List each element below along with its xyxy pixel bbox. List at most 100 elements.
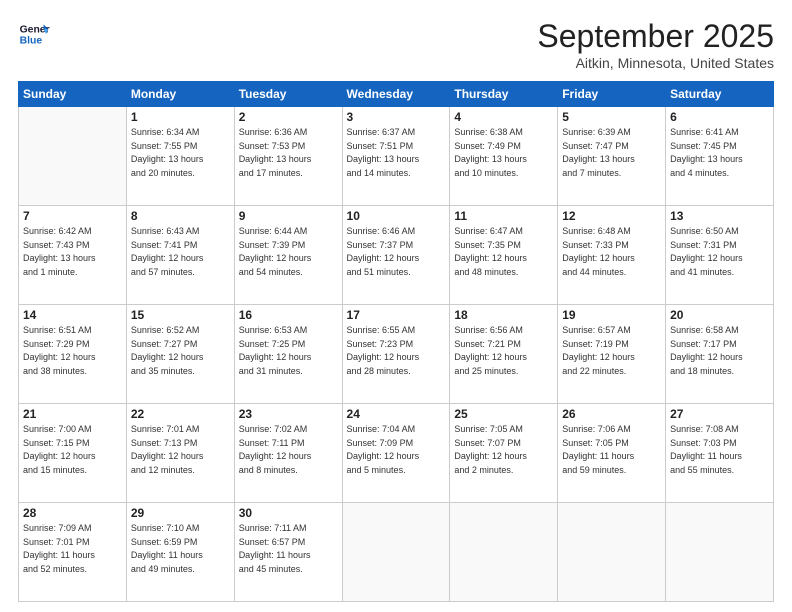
day-number: 1 xyxy=(131,110,230,124)
week-row-2: 7Sunrise: 6:42 AMSunset: 7:43 PMDaylight… xyxy=(19,206,774,305)
col-thursday: Thursday xyxy=(450,82,558,107)
day-info: Sunrise: 6:46 AMSunset: 7:37 PMDaylight:… xyxy=(347,225,446,279)
day-number: 23 xyxy=(239,407,338,421)
main-title: September 2025 xyxy=(537,18,774,55)
day-number: 6 xyxy=(670,110,769,124)
day-info: Sunrise: 7:06 AMSunset: 7:05 PMDaylight:… xyxy=(562,423,661,477)
day-number: 25 xyxy=(454,407,553,421)
day-number: 26 xyxy=(562,407,661,421)
day-number: 30 xyxy=(239,506,338,520)
day-number: 4 xyxy=(454,110,553,124)
subtitle: Aitkin, Minnesota, United States xyxy=(537,55,774,71)
day-cell: 17Sunrise: 6:55 AMSunset: 7:23 PMDayligh… xyxy=(342,305,450,404)
day-cell: 8 Sunrise: 6:43 AMSunset: 7:41 PMDaylight… xyxy=(126,206,234,305)
page: General Blue September 2025 Aitkin, Minn… xyxy=(0,0,792,612)
day-cell: 18 Sunrise: 6:56 AMSunset: 7:21 PMDayligh… xyxy=(450,305,558,404)
day-number: 16 xyxy=(239,308,338,322)
day-info: Sunrise: 6:50 AMSunset: 7:31 PMDaylight:… xyxy=(670,225,769,279)
day-cell: 12 Sunrise: 6:48 AMSunset: 7:33 PMDayligh… xyxy=(558,206,666,305)
day-number: 2 xyxy=(239,110,338,124)
day-cell: 5Sunrise: 6:39 AMSunset: 7:47 PMDaylight… xyxy=(558,107,666,206)
day-number: 9 xyxy=(239,209,338,223)
week-row-5: 28 Sunrise: 7:09 AMSunset: 7:01 PMDayligh… xyxy=(19,503,774,602)
day-cell: 21Sunrise: 7:00 AMSunset: 7:15 PMDayligh… xyxy=(19,404,127,503)
day-number: 5 xyxy=(562,110,661,124)
day-info: Sunrise: 7:10 AMSunset: 6:59 PMDaylight:… xyxy=(131,522,230,576)
day-cell: 2 Sunrise: 6:36 AMSunset: 7:53 PMDaylight… xyxy=(234,107,342,206)
day-cell: 11 Sunrise: 6:47 AMSunset: 7:35 PMDayligh… xyxy=(450,206,558,305)
day-number: 8 xyxy=(131,209,230,223)
day-cell: 10 Sunrise: 6:46 AMSunset: 7:37 PMDayligh… xyxy=(342,206,450,305)
day-info: Sunrise: 6:51 AMSunset: 7:29 PMDaylight:… xyxy=(23,324,122,378)
day-number: 18 xyxy=(454,308,553,322)
day-info: Sunrise: 6:37 AMSunset: 7:51 PMDaylight:… xyxy=(347,126,446,180)
day-number: 21 xyxy=(23,407,122,421)
week-row-1: 1 Sunrise: 6:34 AMSunset: 7:55 PMDaylight… xyxy=(19,107,774,206)
day-cell xyxy=(450,503,558,602)
day-number: 15 xyxy=(131,308,230,322)
col-monday: Monday xyxy=(126,82,234,107)
col-tuesday: Tuesday xyxy=(234,82,342,107)
day-number: 3 xyxy=(347,110,446,124)
day-cell: 15Sunrise: 6:52 AMSunset: 7:27 PMDayligh… xyxy=(126,305,234,404)
day-number: 24 xyxy=(347,407,446,421)
day-cell xyxy=(558,503,666,602)
day-info: Sunrise: 6:34 AMSunset: 7:55 PMDaylight:… xyxy=(131,126,230,180)
day-number: 12 xyxy=(562,209,661,223)
day-cell: 3 Sunrise: 6:37 AMSunset: 7:51 PMDaylight… xyxy=(342,107,450,206)
day-cell: 4 Sunrise: 6:38 AMSunset: 7:49 PMDaylight… xyxy=(450,107,558,206)
day-cell: 6Sunrise: 6:41 AMSunset: 7:45 PMDaylight… xyxy=(666,107,774,206)
col-saturday: Saturday xyxy=(666,82,774,107)
day-info: Sunrise: 6:36 AMSunset: 7:53 PMDaylight:… xyxy=(239,126,338,180)
day-cell xyxy=(666,503,774,602)
day-info: Sunrise: 7:11 AMSunset: 6:57 PMDaylight:… xyxy=(239,522,338,576)
day-number: 28 xyxy=(23,506,122,520)
day-cell: 22 Sunrise: 7:01 AMSunset: 7:13 PMDayligh… xyxy=(126,404,234,503)
day-cell xyxy=(342,503,450,602)
col-wednesday: Wednesday xyxy=(342,82,450,107)
day-number: 29 xyxy=(131,506,230,520)
day-info: Sunrise: 6:48 AMSunset: 7:33 PMDaylight:… xyxy=(562,225,661,279)
logo: General Blue xyxy=(18,18,50,50)
day-cell: 19 Sunrise: 6:57 AMSunset: 7:19 PMDayligh… xyxy=(558,305,666,404)
day-cell: 16 Sunrise: 6:53 AMSunset: 7:25 PMDayligh… xyxy=(234,305,342,404)
day-number: 11 xyxy=(454,209,553,223)
day-cell: 28 Sunrise: 7:09 AMSunset: 7:01 PMDayligh… xyxy=(19,503,127,602)
day-cell: 14 Sunrise: 6:51 AMSunset: 7:29 PMDayligh… xyxy=(19,305,127,404)
day-info: Sunrise: 7:09 AMSunset: 7:01 PMDaylight:… xyxy=(23,522,122,576)
day-cell: 24Sunrise: 7:04 AMSunset: 7:09 PMDayligh… xyxy=(342,404,450,503)
day-info: Sunrise: 6:44 AMSunset: 7:39 PMDaylight:… xyxy=(239,225,338,279)
day-info: Sunrise: 6:43 AMSunset: 7:41 PMDaylight:… xyxy=(131,225,230,279)
day-cell: 13 Sunrise: 6:50 AMSunset: 7:31 PMDayligh… xyxy=(666,206,774,305)
day-info: Sunrise: 6:38 AMSunset: 7:49 PMDaylight:… xyxy=(454,126,553,180)
day-info: Sunrise: 6:53 AMSunset: 7:25 PMDaylight:… xyxy=(239,324,338,378)
day-info: Sunrise: 7:02 AMSunset: 7:11 PMDaylight:… xyxy=(239,423,338,477)
day-number: 22 xyxy=(131,407,230,421)
day-cell: 23 Sunrise: 7:02 AMSunset: 7:11 PMDayligh… xyxy=(234,404,342,503)
day-cell xyxy=(19,107,127,206)
calendar-table: Sunday Monday Tuesday Wednesday Thursday… xyxy=(18,81,774,602)
title-block: September 2025 Aitkin, Minnesota, United… xyxy=(537,18,774,71)
day-number: 13 xyxy=(670,209,769,223)
day-cell: 27 Sunrise: 7:08 AMSunset: 7:03 PMDayligh… xyxy=(666,404,774,503)
day-cell: 9 Sunrise: 6:44 AMSunset: 7:39 PMDaylight… xyxy=(234,206,342,305)
day-number: 27 xyxy=(670,407,769,421)
day-info: Sunrise: 7:01 AMSunset: 7:13 PMDaylight:… xyxy=(131,423,230,477)
day-number: 14 xyxy=(23,308,122,322)
day-info: Sunrise: 6:47 AMSunset: 7:35 PMDaylight:… xyxy=(454,225,553,279)
header: General Blue September 2025 Aitkin, Minn… xyxy=(18,18,774,71)
day-cell: 30 Sunrise: 7:11 AMSunset: 6:57 PMDayligh… xyxy=(234,503,342,602)
col-sunday: Sunday xyxy=(19,82,127,107)
day-cell: 29 Sunrise: 7:10 AMSunset: 6:59 PMDayligh… xyxy=(126,503,234,602)
logo-icon: General Blue xyxy=(18,18,50,50)
day-info: Sunrise: 6:57 AMSunset: 7:19 PMDaylight:… xyxy=(562,324,661,378)
svg-text:Blue: Blue xyxy=(20,36,43,47)
week-row-4: 21Sunrise: 7:00 AMSunset: 7:15 PMDayligh… xyxy=(19,404,774,503)
day-number: 10 xyxy=(347,209,446,223)
day-info: Sunrise: 7:05 AMSunset: 7:07 PMDaylight:… xyxy=(454,423,553,477)
day-info: Sunrise: 6:56 AMSunset: 7:21 PMDaylight:… xyxy=(454,324,553,378)
day-info: Sunrise: 7:08 AMSunset: 7:03 PMDaylight:… xyxy=(670,423,769,477)
day-number: 19 xyxy=(562,308,661,322)
day-number: 7 xyxy=(23,209,122,223)
day-cell: 7Sunrise: 6:42 AMSunset: 7:43 PMDaylight… xyxy=(19,206,127,305)
